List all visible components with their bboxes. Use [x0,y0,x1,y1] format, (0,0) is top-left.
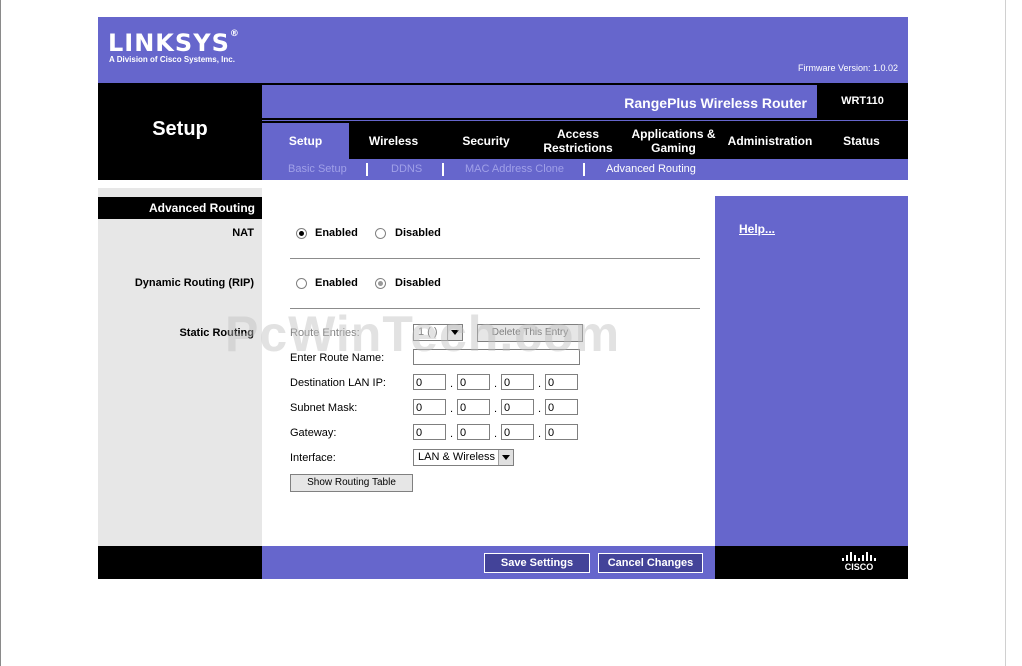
subtab-ddns[interactable]: DDNS [391,163,422,175]
subtab-mac-address-clone[interactable]: MAC Address Clone [465,163,564,175]
rip-enabled-radio[interactable] [296,278,307,289]
ip-dot: . [494,378,498,390]
destination-ip-octet-4[interactable]: 0 [545,374,578,390]
cisco-logo: CISCO [836,552,882,572]
main-panel: Enabled Disabled Enabled Disabled Route … [262,180,715,546]
show-routing-table-button[interactable]: Show Routing Table [290,474,413,492]
sub-navigation: Basic Setup DDNS MAC Address Clone Advan… [262,159,908,180]
cancel-changes-button[interactable]: Cancel Changes [598,553,703,573]
route-name-label: Enter Route Name: [290,352,385,364]
chevron-down-icon [447,325,462,340]
linksys-logo: LINKSYS® [108,29,240,57]
window-left-border [0,0,1,666]
gateway-octet-3[interactable]: 0 [501,424,534,440]
nat-label: NAT [232,227,254,239]
subnav-separator [366,163,368,176]
rip-label: Dynamic Routing (RIP) [134,277,254,289]
static-routing-label: Static Routing [179,327,254,339]
subtab-advanced-routing[interactable]: Advanced Routing [606,163,696,175]
sidebar-heading: Advanced Routing [98,197,262,219]
destination-ip-octet-2[interactable]: 0 [457,374,490,390]
tab-applications-gaming[interactable]: Applications & Gaming [622,123,725,159]
tab-administration[interactable]: Administration [725,123,815,159]
section-divider [290,308,700,309]
gateway-octet-4[interactable]: 0 [545,424,578,440]
ip-dot: . [538,428,542,440]
delete-entry-button[interactable]: Delete This Entry [477,324,583,342]
save-settings-button[interactable]: Save Settings [484,553,590,573]
footer-actions: Save Settings Cancel Changes [262,546,715,579]
section-divider [290,258,700,259]
interface-label: Interface: [290,452,336,464]
subnet-octet-1[interactable]: 0 [413,399,446,415]
subtab-basic-setup[interactable]: Basic Setup [288,163,347,175]
nat-disabled-label: Disabled [395,227,441,239]
interface-select[interactable]: LAN & Wireless [413,449,514,466]
nat-enabled-label: Enabled [315,227,358,239]
ip-dot: . [538,378,542,390]
rip-disabled-radio[interactable] [375,278,386,289]
ip-dot: . [450,378,454,390]
main-tabs: Setup Wireless Security Access Restricti… [262,123,908,159]
rip-enabled-label: Enabled [315,277,358,289]
ip-dot: . [494,428,498,440]
nat-enabled-radio[interactable] [296,228,307,239]
firmware-version: Firmware Version: 1.0.02 [797,63,898,73]
nat-disabled-radio[interactable] [375,228,386,239]
destination-ip-octet-3[interactable]: 0 [501,374,534,390]
product-bar: RangePlus Wireless Router [262,85,817,118]
logo-subtitle: A Division of Cisco Systems, Inc. [109,55,235,64]
subnav-separator [442,163,444,176]
nav-divider [262,120,908,121]
tab-wireless[interactable]: Wireless [349,123,438,159]
ip-dot: . [494,403,498,415]
subnav-separator [583,163,585,176]
rip-disabled-label: Disabled [395,277,441,289]
chevron-down-icon [498,450,513,465]
model-number: WRT110 [841,95,884,107]
subnet-octet-3[interactable]: 0 [501,399,534,415]
logo-text: LINKSYS [108,29,230,57]
product-name: RangePlus Wireless Router [624,95,807,111]
route-name-input[interactable] [413,349,580,365]
sidebar: Advanced Routing NAT Dynamic Routing (RI… [98,180,262,546]
header-banner: LINKSYS® A Division of Cisco Systems, In… [98,17,908,83]
sidebar-heading-text: Advanced Routing [148,201,255,215]
ip-dot: . [450,403,454,415]
help-link[interactable]: Help... [739,222,775,236]
cisco-wordmark: CISCO [844,562,874,572]
subnet-mask-label: Subnet Mask: [290,402,358,414]
vertical-scrollbar[interactable] [1005,0,1022,666]
cisco-bars-icon [836,552,882,561]
interface-value: LAN & Wireless [418,451,496,463]
help-column: Help... [715,180,908,546]
route-entries-label: Route Entries: [290,327,360,339]
tab-access-restrictions[interactable]: Access Restrictions [534,123,622,159]
tab-setup[interactable]: Setup [262,123,349,159]
tab-security[interactable]: Security [438,123,534,159]
subnet-octet-4[interactable]: 0 [545,399,578,415]
section-title: Setup [152,118,208,140]
gateway-octet-2[interactable]: 0 [457,424,490,440]
destination-ip-octet-1[interactable]: 0 [413,374,446,390]
footer-bar: Save Settings Cancel Changes CISCO [98,546,908,579]
ip-dot: . [538,403,542,415]
content-top-strip [98,180,908,188]
navigation-band: Setup RangePlus Wireless Router WRT110 S… [98,83,908,180]
route-entries-value: 1 ( ) [418,326,438,338]
subnet-octet-2[interactable]: 0 [457,399,490,415]
tab-status[interactable]: Status [815,123,908,159]
gateway-label: Gateway: [290,427,337,439]
ip-dot: . [450,428,454,440]
route-entries-select[interactable]: 1 ( ) [413,324,463,341]
destination-ip-label: Destination LAN IP: [290,377,386,389]
gateway-octet-1[interactable]: 0 [413,424,446,440]
